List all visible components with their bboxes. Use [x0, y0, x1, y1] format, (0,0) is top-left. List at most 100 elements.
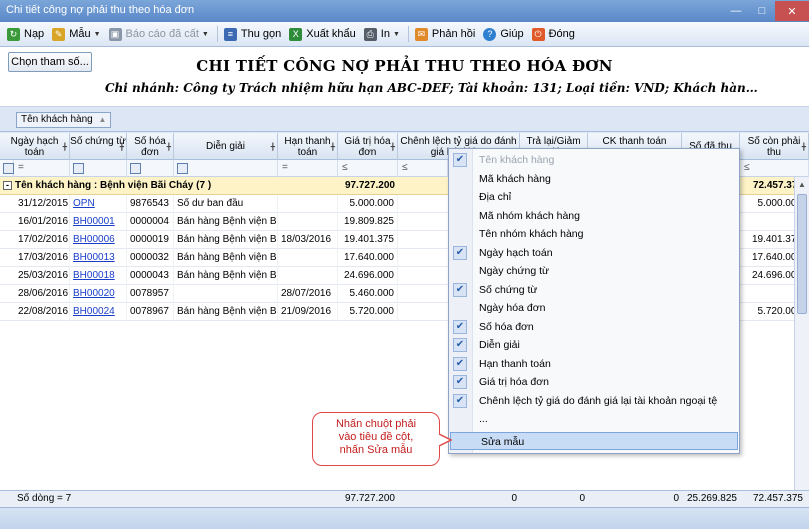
menu-item-label: Ngày hạch toán — [479, 246, 553, 259]
edit-template-menu-item[interactable]: Sửa mẫu — [450, 432, 738, 450]
feedback-label: Phản hồi — [431, 28, 476, 40]
col-header-remaining[interactable]: Số còn phải thu ╋ — [740, 133, 809, 160]
col-header-invoice[interactable]: Số hóa đơn ╋ — [127, 133, 174, 160]
filter-icon — [3, 163, 14, 174]
status-bar — [0, 507, 809, 529]
filter-voucher[interactable] — [70, 160, 127, 177]
template-button[interactable]: ✎ Mẫu ▼ — [49, 24, 103, 44]
menu-item-label: Địa chỉ — [479, 191, 512, 203]
collapse-button[interactable]: ≡ Thu gọn — [221, 24, 284, 44]
menu-item[interactable]: ✔ Số hóa đơn — [449, 318, 739, 336]
group-invoice-total: 97.727.200 — [344, 180, 395, 191]
cell-date: 25/03/2016 — [0, 267, 70, 285]
menu-item[interactable]: ✔ Diễn giải — [449, 336, 739, 354]
cell-date: 31/12/2015 — [0, 195, 70, 213]
menu-item[interactable]: ✔ Tên khách hàng — [449, 151, 739, 169]
toolbar-separator — [216, 26, 218, 42]
help-button[interactable]: ? Giúp — [480, 24, 526, 44]
cell-invoice-value: 17.640.000 — [338, 249, 398, 267]
menu-item[interactable]: Tên nhóm khách hàng — [449, 225, 739, 243]
menu-item[interactable]: Ngày hóa đơn — [449, 299, 739, 317]
col-header-date[interactable]: Ngày hạch toán ╋ — [0, 133, 70, 160]
cell-due-date: 18/03/2016 — [278, 231, 338, 249]
cell-date: 28/06/2016 — [0, 285, 70, 303]
collapse-group-icon[interactable]: - — [3, 181, 12, 190]
menu-item[interactable]: Địa chỉ — [449, 188, 739, 206]
menu-item-label: Giá trị hóa đơn — [479, 376, 549, 388]
col-header-voucher[interactable]: Số chứng từ ╋ — [70, 133, 127, 160]
filter-icon — [130, 163, 141, 174]
choose-params-button[interactable]: Chọn tham số... — [8, 52, 92, 72]
grid-footer: Số dòng = 7 97.727.200 0 0 0 25.269.825 … — [0, 490, 809, 507]
cell-invoice: 0000004 — [127, 213, 174, 231]
close-icon[interactable]: ✕ — [775, 1, 809, 21]
filter-date[interactable]: = — [14, 160, 70, 177]
filter-due-date[interactable]: = — [278, 160, 338, 177]
menu-item[interactable]: ✔ Số chứng từ — [449, 281, 739, 299]
filter-invoice[interactable] — [127, 160, 174, 177]
cell-voucher[interactable]: BH00024 — [70, 303, 127, 321]
toolbar: ↻ Nạp ✎ Mẫu ▼ ▣ Báo cáo đã cất ▼ ≡ Thu g… — [0, 22, 809, 47]
help-label: Giúp — [500, 28, 524, 40]
group-chip[interactable]: Tên khách hàng ▲ — [16, 112, 112, 128]
filter-description[interactable] — [174, 160, 278, 177]
pin-icon: ╋ — [330, 144, 335, 151]
filter-toggle[interactable] — [0, 160, 14, 177]
vertical-scrollbar[interactable]: ▲ — [794, 177, 809, 490]
scroll-up-icon[interactable]: ▲ — [795, 177, 809, 192]
checkmark-icon: ✔ — [453, 393, 467, 408]
close-report-button[interactable]: ⏻ Đóng — [529, 24, 578, 44]
menu-item[interactable]: ✔ Ngày hạch toán — [449, 244, 739, 262]
close-app-icon: ⏻ — [531, 27, 545, 41]
chevron-down-icon: ▼ — [392, 30, 400, 38]
menu-item[interactable]: ✔ Chênh lệch tỷ giá do đánh giá lại tài k… — [449, 392, 739, 410]
col-header-label: Số chứng từ — [70, 136, 126, 147]
chevron-down-icon: ▼ — [93, 30, 101, 38]
cell-date: 17/03/2016 — [0, 249, 70, 267]
print-button[interactable]: ⎙ In ▼ — [361, 24, 403, 44]
cell-invoice: 0000043 — [127, 267, 174, 285]
filter-remaining[interactable]: ≤ — [740, 160, 809, 177]
cell-voucher[interactable]: BH00018 — [70, 267, 127, 285]
pin-icon: ╋ — [119, 144, 124, 151]
cell-invoice-value: 5.720.000 — [338, 303, 398, 321]
menu-item[interactable]: ... — [449, 410, 739, 428]
menu-item-label: Ngày chứng từ — [479, 265, 550, 277]
export-button[interactable]: X Xuất khẩu — [286, 24, 359, 44]
cell-invoice-value: 5.000.000 — [338, 195, 398, 213]
cell-voucher[interactable]: BH00020 — [70, 285, 127, 303]
window-title: Chi tiết công nợ phải thu theo hóa đơn — [6, 4, 195, 16]
cell-description: Bán hàng Bệnh viện B — [174, 267, 278, 285]
menu-item-label: Sửa mẫu — [481, 436, 525, 448]
cell-invoice-value: 5.460.000 — [338, 285, 398, 303]
filter-invoice-value[interactable]: ≤ — [338, 160, 398, 177]
minimize-icon[interactable]: — — [723, 1, 749, 21]
cell-voucher[interactable]: OPN — [70, 195, 127, 213]
maximize-icon[interactable]: □ — [749, 1, 775, 21]
window-controls: — □ ✕ — [723, 0, 809, 22]
save-icon: ▣ — [108, 27, 122, 41]
menu-item[interactable]: Ngày chứng từ — [449, 262, 739, 280]
col-header-invoice-value[interactable]: Giá trị hóa đơn ╋ — [338, 133, 398, 160]
cell-voucher[interactable]: BH00001 — [70, 213, 127, 231]
reload-button[interactable]: ↻ Nạp — [4, 24, 47, 44]
saved-reports-button[interactable]: ▣ Báo cáo đã cất ▼ — [106, 24, 212, 44]
filter-exchange-diff[interactable]: ≤ — [398, 160, 448, 177]
filter-icon — [177, 163, 188, 174]
cell-voucher[interactable]: BH00013 — [70, 249, 127, 267]
scroll-thumb[interactable] — [797, 194, 807, 314]
mail-icon: ✉ — [414, 27, 428, 41]
cell-voucher[interactable]: BH00006 — [70, 231, 127, 249]
col-header-due-date[interactable]: Hạn thanh toán ╋ — [278, 133, 338, 160]
report-title: CHI TIẾT CÔNG NỢ PHẢI THU THEO HÓA ĐƠN — [196, 57, 613, 75]
export-label: Xuất khẩu — [306, 28, 356, 40]
menu-item[interactable]: Mã khách hàng — [449, 170, 739, 188]
report-header: CHI TIẾT CÔNG NỢ PHẢI THU THEO HÓA ĐƠN C… — [0, 47, 809, 107]
menu-item[interactable]: ✔ Giá trị hóa đơn — [449, 373, 739, 391]
col-header-description[interactable]: Diễn giải ╋ — [174, 133, 278, 160]
feedback-button[interactable]: ✉ Phản hồi — [412, 24, 478, 44]
menu-item[interactable]: Mã nhóm khách hàng — [449, 207, 739, 225]
menu-item[interactable]: ✔ Hạn thanh toán — [449, 355, 739, 373]
cell-invoice: 0078967 — [127, 303, 174, 321]
checkmark-icon: ✔ — [453, 319, 467, 334]
